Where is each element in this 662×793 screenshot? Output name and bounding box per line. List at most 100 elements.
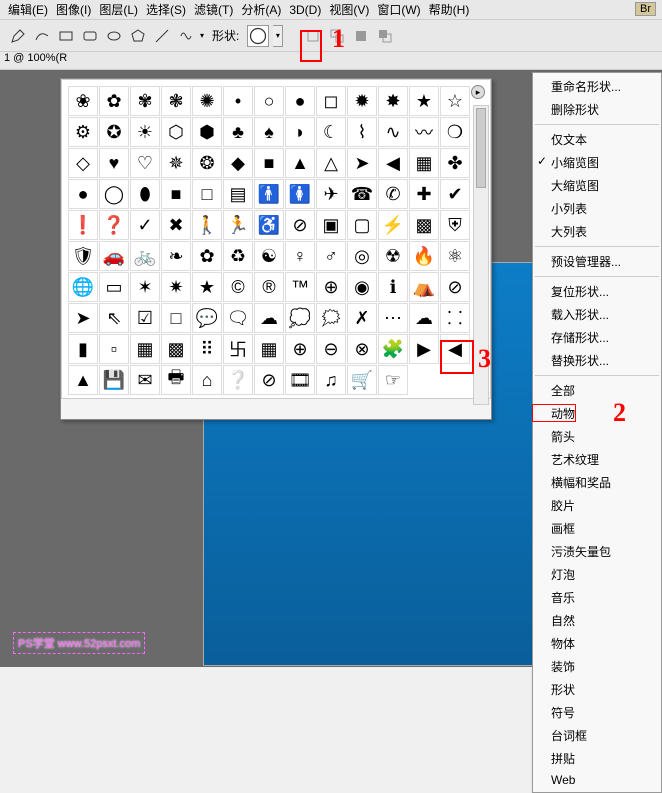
shape-sq-grid[interactable]: ▩	[161, 334, 191, 364]
shape-bolt[interactable]: ⚡	[378, 210, 408, 240]
shape-female[interactable]: ♀	[285, 241, 315, 271]
shape-excl[interactable]: ❗	[68, 210, 98, 240]
shape-x-c[interactable]: ⊗	[347, 334, 377, 364]
shape-clover[interactable]: ✤	[440, 148, 470, 178]
shape-tri-up[interactable]: ▲	[285, 148, 315, 178]
shape-speech2[interactable]: 🗨	[223, 303, 253, 333]
shape-shield[interactable]: ⛨	[440, 210, 470, 240]
custom-shape-icon[interactable]	[176, 26, 196, 46]
menu-item[interactable]: 全部	[533, 379, 661, 402]
menu-item[interactable]: 污渍矢量包	[533, 540, 661, 563]
menu-item[interactable]: Web	[533, 770, 661, 790]
shape-square[interactable]: ■	[254, 148, 284, 178]
menu-item[interactable]: 动物	[533, 402, 661, 425]
shape-music[interactable]: ♫	[316, 365, 346, 395]
shape-star[interactable]: ★	[409, 86, 439, 116]
mode-icon-1[interactable]	[303, 26, 323, 46]
shape-male[interactable]: ♂	[316, 241, 346, 271]
shape-ring[interactable]: ○	[254, 86, 284, 116]
menu-item[interactable]: 小列表	[533, 197, 661, 220]
menu-item[interactable]: 分析(A)	[241, 1, 281, 18]
shape-stamp2[interactable]: ▢	[347, 210, 377, 240]
menu-item[interactable]: 物体	[533, 632, 661, 655]
rect-icon[interactable]	[56, 26, 76, 46]
shape-speech[interactable]: 💬	[192, 303, 222, 333]
shape-think[interactable]: 💭	[285, 303, 315, 333]
shape-quest[interactable]: ❓	[99, 210, 129, 240]
shape-burst2[interactable]: ✸	[378, 86, 408, 116]
shape-leaf2[interactable]: ✿	[192, 241, 222, 271]
panel-flyout-arrow[interactable]: ▸	[471, 85, 485, 99]
shape-spiral[interactable]: ◉	[347, 272, 377, 302]
menu-item[interactable]: 大列表	[533, 220, 661, 243]
shape-flower5[interactable]: ✾	[130, 86, 160, 116]
menu-item[interactable]: 大缩览图	[533, 174, 661, 197]
polygon-icon[interactable]	[128, 26, 148, 46]
shape-dots[interactable]: ⋯	[378, 303, 408, 333]
menu-item[interactable]: 重命名形状...	[533, 75, 661, 98]
menu-item[interactable]: 复位形状...	[533, 280, 661, 303]
shape-vine[interactable]: ❀	[68, 86, 98, 116]
shape-film[interactable]: 🎞	[285, 365, 315, 395]
ellipse-icon[interactable]	[104, 26, 124, 46]
shape-home[interactable]: ⌂	[192, 365, 222, 395]
menu-item[interactable]: 窗口(W)	[377, 1, 420, 18]
rounded-rect-icon[interactable]	[80, 26, 100, 46]
shape-plus-c[interactable]: ⊕	[285, 334, 315, 364]
shape-hex[interactable]: ⬢	[192, 117, 222, 147]
shape-noentry[interactable]: ⊘	[440, 272, 470, 302]
shape-burst3[interactable]: ✶	[130, 272, 160, 302]
shape-sq-out[interactable]: □	[192, 179, 222, 209]
shape-save[interactable]: 💾	[99, 365, 129, 395]
shape-no2[interactable]: ⊘	[254, 365, 284, 395]
menu-item[interactable]: 选择(S)	[146, 1, 186, 18]
shape-droplet[interactable]: ❍	[440, 117, 470, 147]
shape-car[interactable]: 🚗	[99, 241, 129, 271]
shape-check-grid[interactable]: ▦	[130, 334, 160, 364]
menu-item[interactable]: 预设管理器...	[533, 250, 661, 273]
shape-tri-out[interactable]: △	[316, 148, 346, 178]
shape-arrow-l[interactable]: ◀	[378, 148, 408, 178]
shape-gear[interactable]: ⚙	[68, 117, 98, 147]
shape-heart[interactable]: ♥	[99, 148, 129, 178]
shape-ring2[interactable]: ◯	[99, 179, 129, 209]
menu-item[interactable]: 帮助(H)	[429, 1, 470, 18]
menu-item[interactable]: 自然	[533, 609, 661, 632]
shape-up-c[interactable]: ▲	[68, 365, 98, 395]
shape-star5[interactable]: ★	[192, 272, 222, 302]
shape-puzzle[interactable]: 🧩	[378, 334, 408, 364]
shape-burst[interactable]: ✹	[347, 86, 377, 116]
shape-hex-out[interactable]: ⬡	[161, 117, 191, 147]
shape-tile[interactable]: ▦	[409, 148, 439, 178]
shape-spade[interactable]: ♠	[254, 117, 284, 147]
shape-sq-out2[interactable]: □	[161, 303, 191, 333]
menu-item[interactable]: 载入形状...	[533, 303, 661, 326]
menu-item[interactable]: 滤镜(T)	[194, 1, 233, 18]
shape-wave[interactable]: ∿	[378, 117, 408, 147]
shape-copy[interactable]: ©	[223, 272, 253, 302]
shape-disc[interactable]: ●	[68, 179, 98, 209]
shape-star-out[interactable]: ☆	[440, 86, 470, 116]
menu-item[interactable]: 替换形状...	[533, 349, 661, 372]
menu-item[interactable]: 删除形状	[533, 98, 661, 121]
shape-diamond[interactable]: ◆	[223, 148, 253, 178]
menu-item[interactable]: 胶片	[533, 494, 661, 517]
shape-wave2[interactable]: 〰	[409, 117, 439, 147]
menu-item[interactable]: 小缩览图	[533, 151, 661, 174]
shape-cart[interactable]: 🛒	[347, 365, 377, 395]
shape-think3[interactable]: ☁	[409, 303, 439, 333]
freeform-pen-icon[interactable]	[32, 26, 52, 46]
shape-seal[interactable]: ✵	[161, 148, 191, 178]
menu-item[interactable]: 台词框	[533, 724, 661, 747]
shape-print[interactable]: 🖶	[161, 365, 191, 395]
shape-walk[interactable]: 🚶	[192, 210, 222, 240]
shape-quest-c[interactable]: ❔	[223, 365, 253, 395]
br-badge[interactable]: Br	[635, 2, 656, 16]
shape-seal2[interactable]: ❂	[192, 148, 222, 178]
shape-arc[interactable]: ◗	[285, 117, 315, 147]
shape-leaf[interactable]: ❧	[161, 241, 191, 271]
menu-item[interactable]: 图层(L)	[99, 1, 138, 18]
shape-phone2[interactable]: ✆	[378, 179, 408, 209]
shape-dots3[interactable]: ⠿	[192, 334, 222, 364]
shape-walk2[interactable]: 🏃	[223, 210, 253, 240]
